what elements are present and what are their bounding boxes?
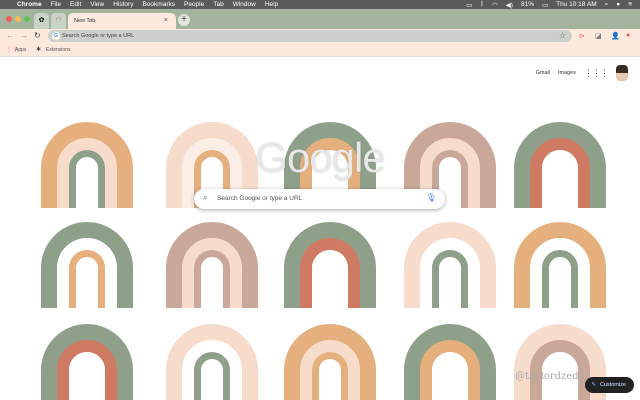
menu-chrome[interactable]: Chrome — [17, 1, 42, 8]
spotlight-icon[interactable]: ⌕ — [605, 1, 609, 9]
pinned-tab-1[interactable]: ✿ — [34, 13, 49, 29]
extension-3-icon[interactable]: ● — [626, 32, 630, 39]
rainbow-illustration — [514, 222, 606, 308]
watermark: @taylordzedu — [515, 371, 586, 382]
volume-icon[interactable]: ◀) — [506, 1, 513, 9]
menu-file[interactable]: File — [51, 1, 61, 8]
rainbow-illustration — [166, 222, 258, 308]
favicon-icon: ✿ — [38, 17, 45, 24]
rainbow-band — [432, 352, 468, 400]
rainbow-background — [41, 122, 606, 400]
bookmarks-bar: ⋮⋮ Apps ✱ Extensions — [0, 43, 640, 57]
rainbow-band — [69, 250, 105, 308]
control-center-icon[interactable]: ≡ — [628, 1, 632, 8]
menu-tab[interactable]: Tab — [213, 1, 223, 8]
toolbar: ← → ↻ G Search Google or type a URL ☆ ⊳ … — [0, 29, 640, 43]
bookmark-apps[interactable]: Apps — [15, 47, 26, 53]
rainbow-illustration — [284, 324, 376, 400]
airplay-icon[interactable]: ▭ — [466, 1, 472, 9]
maximize-window-button[interactable] — [24, 16, 30, 22]
extension-2-icon[interactable]: ◪ — [595, 32, 602, 40]
menu-window[interactable]: Window — [233, 1, 256, 8]
back-icon[interactable]: ← — [6, 31, 14, 40]
rainbow-band — [194, 352, 230, 400]
rainbow-illustration — [41, 324, 133, 400]
google-logo: Google — [255, 134, 385, 181]
menu-help[interactable]: Help — [265, 1, 278, 8]
images-link[interactable]: Images — [558, 70, 576, 76]
siri-icon[interactable]: ● — [616, 1, 620, 8]
battery-percent[interactable]: 81% — [521, 1, 534, 8]
clock[interactable]: Thu 10:18 AM — [556, 1, 596, 8]
rainbow-band — [312, 250, 348, 308]
menu-bookmarks[interactable]: Bookmarks — [142, 1, 175, 8]
omnibox-input[interactable]: Search Google or type a URL — [62, 33, 134, 39]
bookmark-extensions[interactable]: Extensions — [46, 47, 70, 53]
search-input[interactable]: Search Google or type a URL — [217, 195, 302, 202]
bookmark-star-icon[interactable]: ☆ — [559, 31, 566, 40]
google-apps-icon[interactable]: ⋮⋮⋮ — [584, 68, 609, 79]
extension-icon[interactable]: ⊳ — [579, 32, 585, 40]
menu-view[interactable]: View — [90, 1, 104, 8]
pencil-icon: ✎ — [591, 382, 597, 388]
account-avatar[interactable] — [616, 65, 628, 81]
battery-icon[interactable]: ▭ — [542, 1, 548, 9]
menu-edit[interactable]: Edit — [70, 1, 81, 8]
rainbow-band — [542, 250, 578, 308]
rainbow-band — [432, 250, 468, 308]
minimize-window-button[interactable] — [15, 16, 21, 22]
menu-bar: Chrome File Edit View History Bookmarks … — [0, 0, 640, 9]
rainbow-favicon-icon: ◠ — [55, 17, 62, 24]
tab-title: New Tab — [74, 18, 96, 24]
google-icon: G — [52, 32, 60, 40]
rainbow-illustration — [41, 222, 133, 308]
wifi-icon[interactable]: ◠ — [492, 1, 498, 9]
microphone-icon[interactable]: 🎙 — [426, 193, 436, 202]
new-tab-button[interactable]: + — [178, 14, 190, 26]
rainbow-illustration — [166, 324, 258, 400]
rainbow-illustration — [404, 324, 496, 400]
gmail-link[interactable]: Gmail — [536, 70, 550, 76]
search-icon: ⌕ — [203, 193, 208, 202]
menu-people[interactable]: People — [184, 1, 204, 8]
new-tab-page: Gmail Images ⋮⋮⋮ Google ⌕ Search Google … — [0, 58, 640, 400]
customize-label: Customize — [600, 382, 626, 388]
menu-history[interactable]: History — [113, 1, 133, 8]
forward-icon[interactable]: → — [20, 31, 28, 40]
rainbow-band — [194, 250, 230, 308]
puzzle-icon: ✱ — [36, 47, 42, 53]
rainbow-illustration — [284, 222, 376, 308]
customize-button[interactable]: ✎ Customize — [585, 377, 634, 393]
tab-new-tab[interactable]: New Tab × — [68, 13, 176, 29]
rainbow-band — [312, 352, 348, 400]
rainbow-illustration — [404, 222, 496, 308]
tab-strip: ✿ ◠ New Tab × + — [0, 9, 640, 29]
reload-icon[interactable]: ↻ — [34, 31, 41, 40]
rainbow-band — [69, 352, 105, 400]
pinned-tab-2[interactable]: ◠ — [51, 13, 66, 29]
close-tab-icon[interactable]: × — [164, 17, 168, 24]
search-box[interactable]: ⌕ Search Google or type a URL 🎙 — [194, 189, 445, 209]
close-window-button[interactable] — [6, 16, 12, 22]
omnibox[interactable]: G Search Google or type a URL ☆ — [48, 30, 572, 42]
bluetooth-icon[interactable]: ᛒ — [480, 1, 484, 8]
profile-avatar[interactable]: 👤 — [611, 32, 620, 40]
